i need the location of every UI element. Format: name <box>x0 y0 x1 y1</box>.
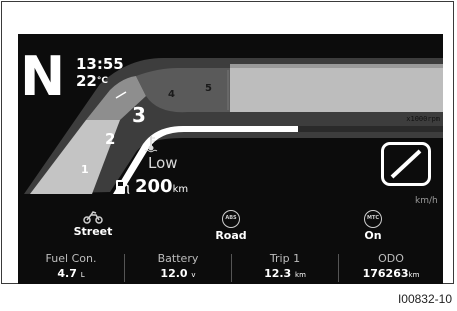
fuel-range: 200km <box>135 177 188 200</box>
info-title: Trip 1 <box>269 252 301 265</box>
info-title: Battery <box>157 252 199 265</box>
info-value: 176263km <box>362 267 420 280</box>
temperature-value: 22 <box>76 72 97 90</box>
info-value: 12.0 v <box>160 267 196 280</box>
info-cell-odometer: ODO 176263km <box>339 252 443 284</box>
instrument-cluster-display: N 13:55 22°C x1000rpm 1 2 3 4 5 Low 200k… <box>18 34 443 250</box>
mtc-icon: MTC <box>364 210 382 228</box>
clock: 13:55 <box>76 55 124 73</box>
mtc-mode: MTC On <box>348 208 398 242</box>
info-value: 12.3 km <box>264 267 306 280</box>
abs-mode: ABS Road <box>206 208 256 242</box>
trip-info-row: Fuel Con. 4.7 L Battery 12.0 v Trip 1 12… <box>18 250 443 284</box>
rpm-unit-label: x1000rpm <box>406 115 440 123</box>
riding-mode-label: Street <box>73 225 113 238</box>
fuel-pump-icon <box>116 180 130 194</box>
abs-mode-label: Road <box>215 229 247 242</box>
speed-zero-icon <box>390 149 422 179</box>
info-cell-trip: Trip 1 12.3 km <box>232 252 338 284</box>
temperature-unit: °C <box>96 76 108 86</box>
motorcycle-icon <box>83 211 103 224</box>
rpm-indicator-track <box>298 126 443 132</box>
info-cell-battery: Battery 12.0 v <box>125 252 231 284</box>
coolant-temperature-icon <box>144 136 158 153</box>
rpm-scale-4: 4 <box>168 89 175 100</box>
mtc-mode-label: On <box>364 229 382 242</box>
abs-icon: ABS <box>222 210 240 228</box>
rpm-scale-3-highlighted: 3 <box>132 103 146 127</box>
rpm-band-top-edge <box>230 64 443 68</box>
rpm-scale-2: 2 <box>105 130 116 148</box>
speed-digit-box <box>381 142 431 186</box>
rpm-band-high <box>230 64 443 112</box>
riding-mode-row: Street ABS Road MTC On <box>18 208 443 250</box>
info-value: 4.7 L <box>57 267 85 280</box>
gear-indicator: N <box>20 45 66 108</box>
rpm-scale-5: 5 <box>205 83 212 94</box>
info-cell-fuel-consumption: Fuel Con. 4.7 L <box>18 252 124 284</box>
info-title: Fuel Con. <box>45 252 97 265</box>
range-unit: km <box>172 184 189 195</box>
coolant-level-label: Low <box>148 154 178 172</box>
info-title: ODO <box>378 252 404 265</box>
range-value-number: 200 <box>135 176 173 197</box>
speed-unit: km/h <box>415 196 438 206</box>
riding-mode: Street <box>68 208 118 238</box>
ambient-temperature: 22°C <box>76 73 108 89</box>
figure-reference: I00832-10 <box>397 292 452 306</box>
rpm-scale-1: 1 <box>81 163 89 176</box>
